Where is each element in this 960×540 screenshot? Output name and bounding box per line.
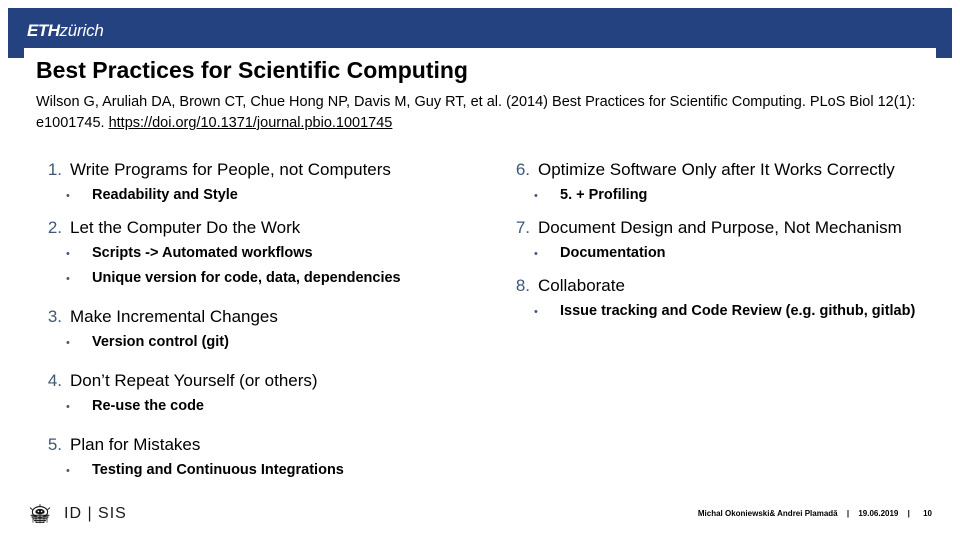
sub-list-item-label: Issue tracking and Code Review (e.g. git… [560, 303, 916, 319]
list-item-number: 4. [47, 371, 62, 390]
list-item: 8. Collaborate [498, 274, 943, 298]
list-item: 6. Optimize Software Only after It Works… [498, 158, 943, 182]
sub-list-item-label: Readability and Style [92, 187, 238, 203]
bullet-icon: • [66, 248, 70, 260]
sub-list-item: • Testing and Continuous Integrations [30, 460, 492, 482]
footer-date: 19.06.2019 [858, 509, 899, 518]
list-item-label: Collaborate [538, 276, 625, 295]
header-band [8, 8, 952, 48]
list-item: 5. Plan for Mistakes [30, 433, 492, 457]
sub-list-item-label: Version control (git) [92, 334, 229, 350]
practices-list-left: 1. Write Programs for People, not Comput… [30, 158, 492, 485]
list-item: 7. Document Design and Purpose, Not Mech… [498, 216, 943, 240]
footer-meta: Michal Okoniewski& Andrei Plamadă | 19.0… [698, 508, 932, 520]
citation-block: Wilson G, Aruliah DA, Brown CT, Chue Hon… [36, 92, 926, 134]
list-item: 3. Make Incremental Changes [30, 305, 492, 329]
list-item: 1. Write Programs for People, not Comput… [30, 158, 492, 182]
header-tab-left [8, 48, 24, 58]
list-item-number: 2. [47, 218, 62, 237]
page-title: Best Practices for Scientific Computing [36, 57, 468, 83]
bullet-icon: • [66, 337, 70, 349]
list-item-number: 8. [515, 276, 530, 295]
eth-seal-icon [29, 504, 51, 524]
list-item-label: Don’t Repeat Yourself (or others) [70, 371, 318, 390]
sub-list-item-label: Re-use the code [92, 398, 204, 414]
footer-separator-2: | [907, 509, 910, 518]
sub-list-item-label: 5. + Profiling [560, 187, 648, 203]
list-item: 2. Let the Computer Do the Work [30, 216, 492, 240]
eth-logo-mark: ETH [27, 21, 60, 40]
list-item-label: Make Incremental Changes [70, 307, 278, 326]
eth-logo-city: zürich [59, 21, 104, 40]
doi-link[interactable]: https://doi.org/10.1371/journal.pbio.100… [109, 115, 393, 131]
list-item-number: 7. [515, 218, 530, 237]
sub-list-item: • Issue tracking and Code Review (e.g. g… [498, 301, 943, 323]
footer-department-label: ID | SIS [64, 505, 127, 522]
footer-separator-1: | [846, 509, 850, 518]
sub-list-item: • Readability and Style [30, 185, 492, 207]
bullet-icon: • [534, 306, 538, 318]
list-item-label: Optimize Software Only after It Works Co… [538, 160, 895, 179]
list-item-label: Document Design and Purpose, Not Mechani… [538, 218, 902, 237]
sub-list-item: • 5. + Profiling [498, 185, 943, 207]
sub-list-item: • Re-use the code [30, 396, 492, 418]
footer-page-number: 10 [923, 509, 932, 518]
eth-zurich-logo: ETHzürich [27, 21, 104, 40]
list-item: 4. Don’t Repeat Yourself (or others) [30, 369, 492, 393]
footer-authors: Michal Okoniewski& Andrei Plamadă [697, 509, 838, 518]
sub-list-item-label: Documentation [560, 245, 666, 261]
list-item-label: Let the Computer Do the Work [70, 218, 301, 237]
footer-branding: ID | SIS [28, 502, 127, 526]
list-item-number: 1. [47, 160, 62, 179]
bullet-icon: • [66, 401, 70, 413]
sub-list-item: • Unique version for code, data, depende… [30, 268, 492, 290]
sub-list-item-label: Scripts -> Automated workflows [92, 245, 313, 261]
bullet-icon: • [66, 465, 70, 477]
sub-list-item-label: Unique version for code, data, dependenc… [92, 270, 401, 286]
list-item-number: 3. [47, 307, 62, 326]
sub-list-item: • Scripts -> Automated workflows [30, 243, 492, 265]
header-tab-right [936, 48, 952, 58]
bullet-icon: • [534, 248, 538, 260]
bullet-icon: • [66, 273, 70, 285]
list-item-number: 5. [47, 435, 62, 454]
list-item-label: Write Programs for People, not Computers [70, 160, 391, 179]
bullet-icon: • [66, 190, 70, 202]
sub-list-item-label: Testing and Continuous Integrations [92, 462, 344, 478]
bullet-icon: • [534, 190, 538, 202]
practices-list-right: 6. Optimize Software Only after It Works… [498, 158, 943, 326]
list-item-number: 6. [515, 160, 530, 179]
sub-list-item: • Version control (git) [30, 332, 492, 354]
list-item-label: Plan for Mistakes [70, 435, 201, 454]
sub-list-item: • Documentation [498, 243, 943, 265]
